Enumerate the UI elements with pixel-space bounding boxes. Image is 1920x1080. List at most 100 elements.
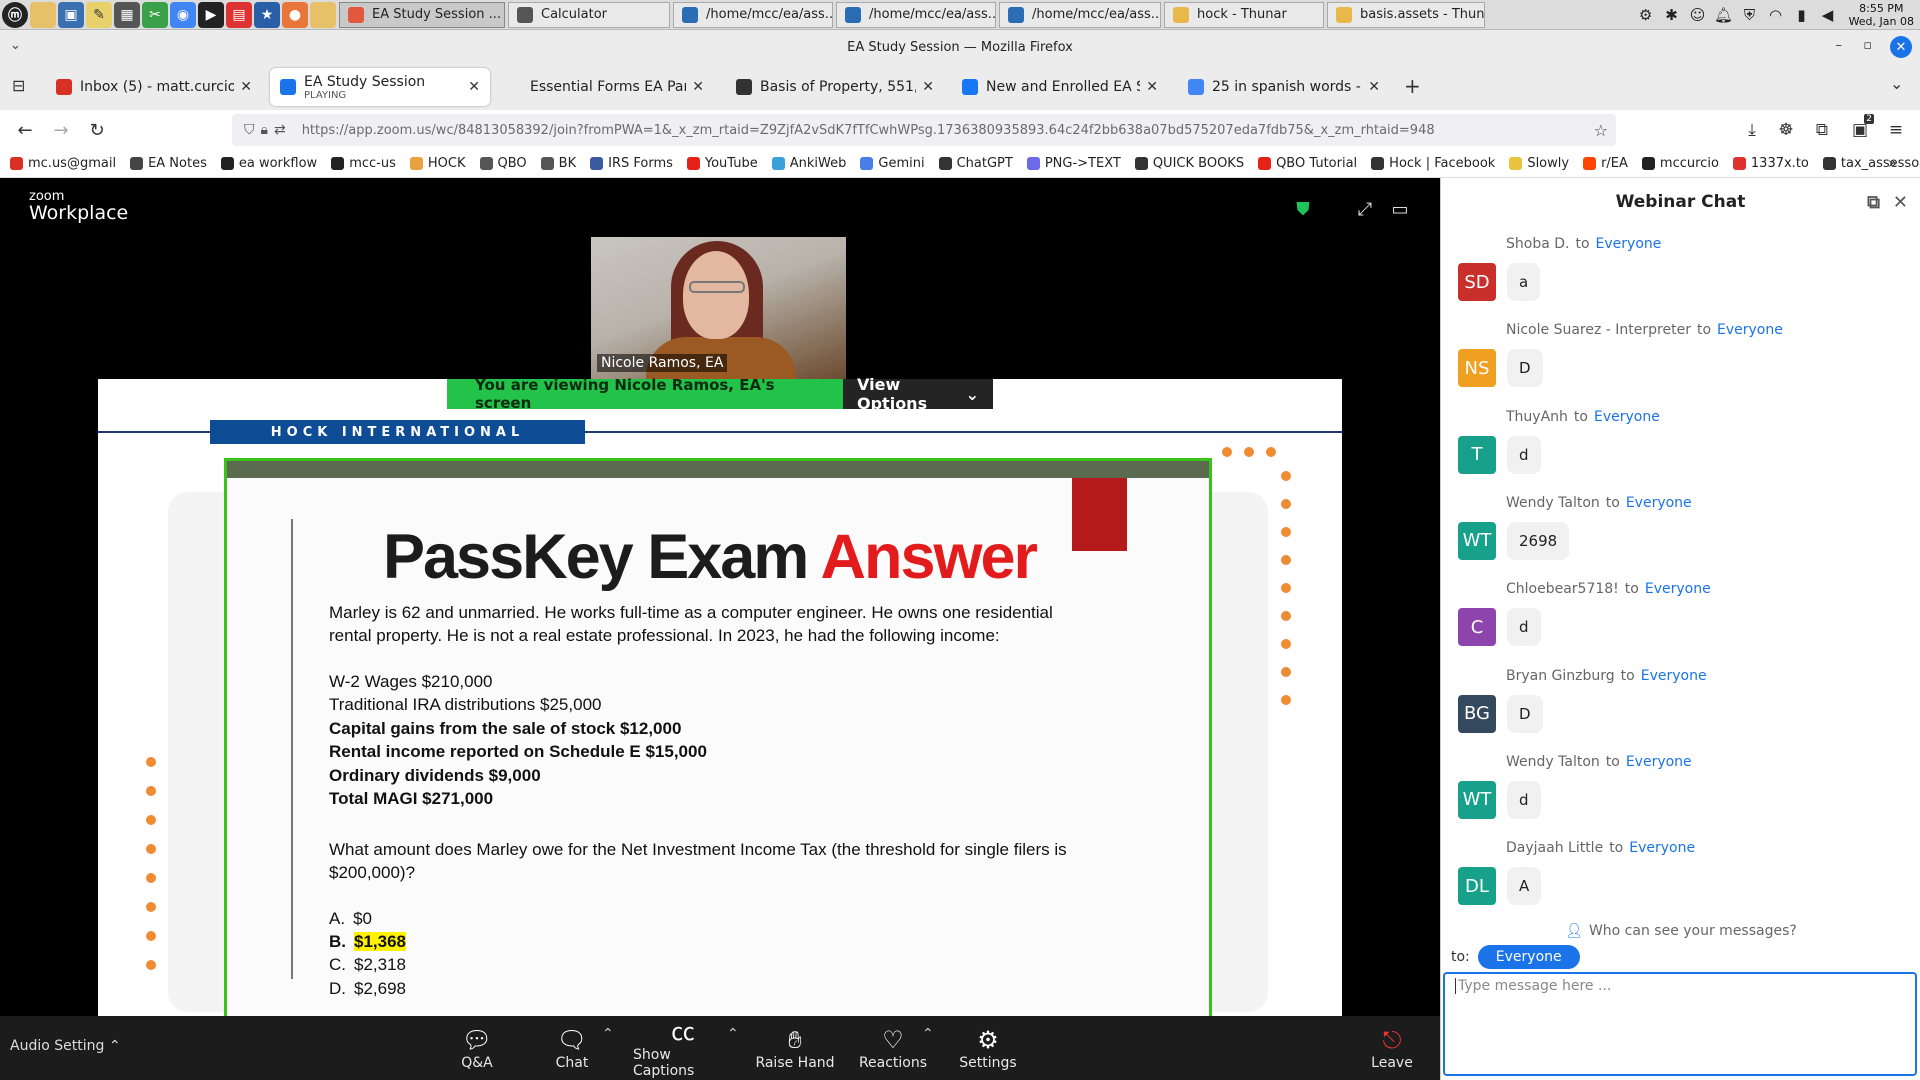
- close-tab-icon[interactable]: ✕: [240, 79, 252, 95]
- minimize-icon[interactable]: –: [1836, 38, 1843, 53]
- extension-icon[interactable]: ☸: [1772, 116, 1800, 144]
- view-options-button[interactable]: View Options ⌄: [843, 375, 993, 413]
- bookmark-item[interactable]: Hock | Facebook: [1371, 156, 1495, 171]
- audio-setting-button[interactable]: Audio Setting ⌃: [10, 1038, 121, 1054]
- bookmark-item[interactable]: ChatGPT: [938, 156, 1013, 171]
- network-icon[interactable]: ⚙: [1635, 4, 1657, 26]
- close-window-icon[interactable]: ✕: [1890, 36, 1912, 58]
- bookmark-item[interactable]: tax_assessor: [1822, 156, 1920, 171]
- bookmark-item[interactable]: mcc-us: [331, 156, 396, 171]
- updates-icon[interactable]: ☺: [1687, 4, 1709, 26]
- taskbar-window-button[interactable]: /home/mcc/ea/ass...: [836, 1, 996, 28]
- who-can-see-link[interactable]: 👤︎ Who can see your messages?: [1441, 918, 1920, 944]
- browser-tab[interactable]: Basis of Property, 551, p3 · I ✕: [726, 68, 944, 106]
- notification-bell-icon[interactable]: 🔔︎: [1713, 4, 1735, 26]
- bookmark-item[interactable]: r/EA: [1583, 156, 1628, 171]
- close-icon[interactable]: ✕: [1893, 192, 1908, 213]
- bookmark-item[interactable]: YouTube: [686, 156, 758, 171]
- leave-button[interactable]: ⎋ Leave: [1371, 1016, 1413, 1080]
- editor-launcher-icon[interactable]: ✎: [86, 1, 112, 28]
- chat-button[interactable]: 🗨︎ Chat: [551, 1016, 593, 1080]
- list-all-tabs-icon[interactable]: ⌄: [1890, 74, 1903, 93]
- bookmark-item[interactable]: 1337x.to: [1732, 156, 1809, 171]
- shield-tray-icon[interactable]: ⛨: [1739, 4, 1761, 26]
- downloads-icon[interactable]: ⤓: [1738, 116, 1766, 144]
- bookmark-item[interactable]: HOCK: [409, 156, 466, 171]
- bookmark-item[interactable]: AnkiWeb: [771, 156, 846, 171]
- bookmark-item[interactable]: EA Notes: [130, 156, 207, 171]
- browser-tab[interactable]: 25 in spanish words - Googl ✕: [1178, 68, 1390, 106]
- presenter-video[interactable]: Nicole Ramos, EA: [591, 237, 846, 380]
- fullscreen-icon[interactable]: ⤢: [1352, 196, 1378, 222]
- clock[interactable]: 8:55 PM Wed, Jan 08: [1849, 2, 1914, 28]
- qa-button[interactable]: 💬︎ Q&A: [455, 1016, 499, 1080]
- bookmark-item[interactable]: Slowly: [1509, 156, 1569, 171]
- reload-icon[interactable]: ↻: [82, 115, 112, 145]
- forward-icon[interactable]: →: [46, 115, 76, 145]
- bookmarks-overflow-icon[interactable]: »: [1888, 154, 1897, 172]
- bookmark-item[interactable]: QUICK BOOKS: [1134, 156, 1244, 171]
- close-tab-icon[interactable]: ✕: [692, 79, 704, 95]
- calculator-launcher-icon[interactable]: ▦: [114, 1, 140, 28]
- close-tab-icon[interactable]: ✕: [922, 79, 934, 95]
- url-bar[interactable]: ⛉🔒︎⇄ https://app.zoom.us/wc/84813058392/…: [232, 114, 1616, 146]
- bookmark-item[interactable]: PNG->TEXT: [1026, 156, 1121, 171]
- hamburger-menu-icon[interactable]: ≡: [1882, 116, 1910, 144]
- captions-caret-icon[interactable]: ⌃: [727, 1026, 739, 1042]
- reader-launcher-icon[interactable]: ▤: [226, 1, 252, 28]
- app-menu-icon[interactable]: ⓜ: [2, 1, 28, 28]
- taskbar-window-button[interactable]: /home/mcc/ea/ass...: [999, 1, 1161, 28]
- taskbar-window-button[interactable]: hock - Thunar: [1164, 1, 1324, 28]
- view-layout-icon[interactable]: ▭: [1387, 196, 1413, 222]
- bookmark-item[interactable]: IRS Forms: [590, 156, 673, 171]
- recipient-dropdown[interactable]: Everyone: [1477, 945, 1580, 969]
- show-captions-button[interactable]: ㏄ Show Captions: [633, 1016, 733, 1080]
- notifications-badge-icon[interactable]: ▣ 2: [1846, 114, 1874, 144]
- bookmark-item[interactable]: mc.us@gmail: [10, 156, 116, 171]
- chat-message-input[interactable]: Type message here ...: [1443, 972, 1917, 1076]
- tab-overview-icon[interactable]: ⊟: [12, 76, 25, 95]
- settings-button[interactable]: ⚙ Settings: [958, 1016, 1018, 1080]
- new-tab-icon[interactable]: +: [1404, 74, 1421, 98]
- taskbar-window-button[interactable]: basis.assets - Thunar: [1327, 1, 1485, 28]
- browser-tab[interactable]: Essential Forms EA Part 1.pdf ✕: [496, 68, 714, 106]
- browser-tab[interactable]: EA Study Session PLAYING ✕: [270, 68, 490, 106]
- taskbar-window-button[interactable]: /home/mcc/ea/ass...: [673, 1, 833, 28]
- files-launcher-icon[interactable]: [30, 1, 56, 28]
- reactions-caret-icon[interactable]: ⌃: [922, 1026, 934, 1042]
- browser-tab[interactable]: New and Enrolled EA Study ✕: [952, 68, 1168, 106]
- terminal-launcher-icon[interactable]: ▶: [198, 1, 224, 28]
- screenshot-launcher-icon[interactable]: ▣: [58, 1, 84, 28]
- chat-caret-icon[interactable]: ⌃: [602, 1026, 614, 1042]
- extensions-puzzle-icon[interactable]: ⧉: [1808, 116, 1836, 144]
- bluetooth-icon[interactable]: ✱: [1661, 4, 1683, 26]
- reactions-button[interactable]: ♡ Reactions: [858, 1016, 928, 1080]
- bookmark-item[interactable]: Gemini: [860, 156, 925, 171]
- close-tab-icon[interactable]: ✕: [1368, 79, 1380, 95]
- vscode-launcher-icon[interactable]: ★: [254, 1, 280, 28]
- folder-launcher-icon[interactable]: [310, 1, 336, 28]
- browser-tab[interactable]: Inbox (5) - matt.curcio.us@g ✕: [46, 68, 262, 106]
- close-tab-icon[interactable]: ✕: [468, 79, 480, 95]
- bookmark-item[interactable]: QBO Tutorial: [1258, 156, 1357, 171]
- tracking-protection-icon[interactable]: ⛉🔒︎⇄: [244, 122, 292, 138]
- firefox-launcher-icon[interactable]: ●: [282, 1, 308, 28]
- chrome-launcher-icon[interactable]: ◉: [170, 1, 196, 28]
- raise-hand-button[interactable]: ✋︎ Raise Hand: [755, 1016, 835, 1080]
- taskbar-window-button[interactable]: EA Study Session ...: [339, 1, 505, 28]
- bookmark-item[interactable]: QBO: [479, 156, 527, 171]
- window-menu-chevron-icon[interactable]: ⌄: [10, 38, 21, 53]
- volume-icon[interactable]: ◀: [1817, 4, 1839, 26]
- encryption-shield-icon[interactable]: ⛊: [1290, 196, 1316, 222]
- tools-launcher-icon[interactable]: ✂: [142, 1, 168, 28]
- popout-icon[interactable]: ⧉: [1867, 192, 1880, 213]
- bookmark-item[interactable]: ea workflow: [220, 156, 317, 171]
- bookmark-star-icon[interactable]: ☆: [1594, 121, 1608, 140]
- taskbar-window-button[interactable]: Calculator: [508, 1, 670, 28]
- close-tab-icon[interactable]: ✕: [1146, 79, 1158, 95]
- maximize-icon[interactable]: ▫: [1863, 38, 1872, 53]
- bookmark-item[interactable]: BK: [540, 156, 576, 171]
- back-icon[interactable]: ←: [10, 115, 40, 145]
- wifi-icon[interactable]: ◠: [1765, 4, 1787, 26]
- url-text[interactable]: https://app.zoom.us/wc/84813058392/join?…: [302, 123, 1616, 138]
